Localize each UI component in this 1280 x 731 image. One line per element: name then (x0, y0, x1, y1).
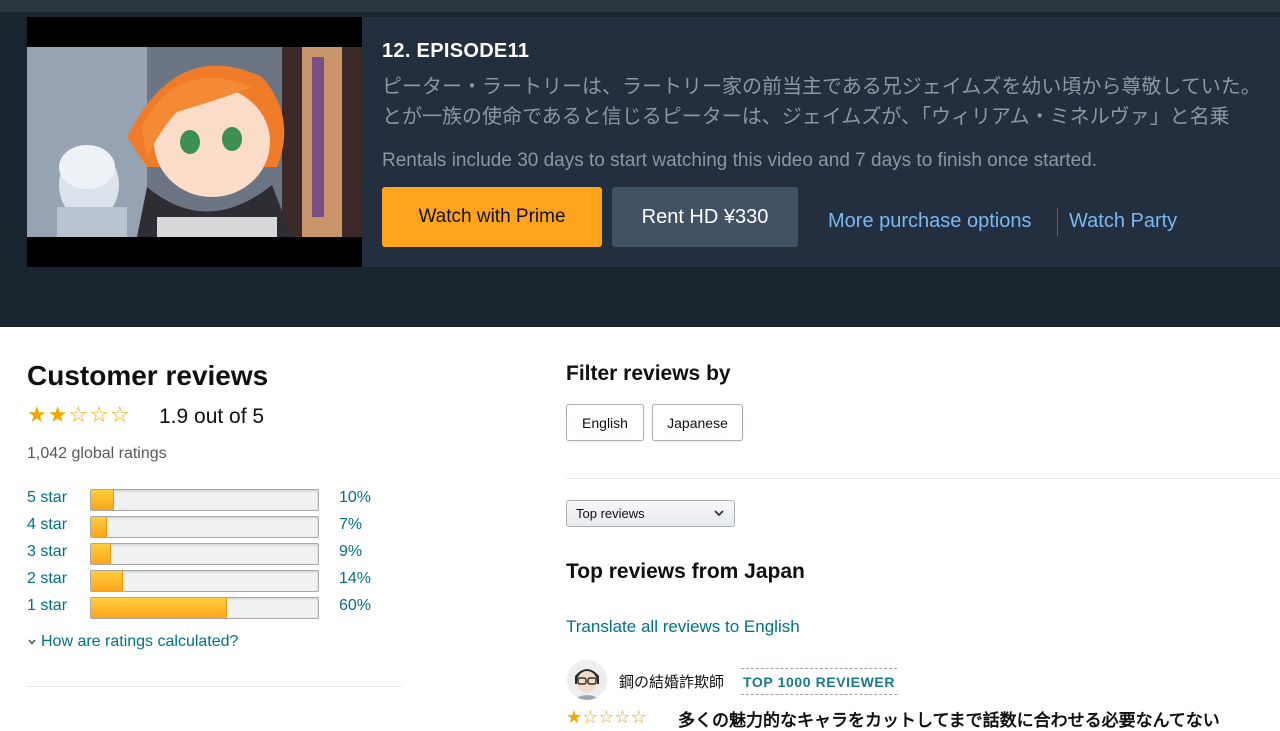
reviewer-avatar-image (567, 660, 607, 700)
episode-title: 12. EPISODE11 (382, 40, 530, 62)
histogram-percent[interactable]: 9% (339, 543, 362, 561)
anime-still-image (27, 17, 362, 267)
histogram-label[interactable]: 3 star (27, 543, 67, 561)
filter-chip-japanese[interactable]: Japanese (652, 404, 743, 441)
histogram-fill (91, 571, 123, 591)
translate-all-reviews-link[interactable]: Translate all reviews to English (566, 617, 800, 637)
filter-reviews-heading: Filter reviews by (566, 362, 731, 385)
episode-thumbnail[interactable] (27, 17, 362, 267)
histogram-row-1-star[interactable]: 1 star 60% (27, 597, 387, 619)
chevron-down-icon (714, 510, 724, 517)
watch-with-prime-button[interactable]: Watch with Prime (382, 187, 602, 247)
customer-reviews-heading: Customer reviews (27, 360, 269, 391)
star-full-icon: ★ (566, 707, 583, 727)
histogram-label[interactable]: 4 star (27, 516, 67, 534)
how-ratings-calculated-link[interactable]: How are ratings calculated? (27, 633, 238, 651)
divider (27, 686, 402, 687)
histogram-label[interactable]: 5 star (27, 489, 67, 507)
histogram-bar[interactable] (90, 570, 319, 592)
histogram-bar[interactable] (90, 597, 319, 619)
star-empty-icon: ☆ (109, 402, 130, 427)
rental-terms-note: Rentals include 30 days to start watchin… (382, 150, 1098, 171)
watch-party-link[interactable]: Watch Party (1069, 210, 1177, 233)
histogram-label[interactable]: 1 star (27, 597, 67, 615)
top-reviewer-badge[interactable]: TOP 1000 REVIEWER (741, 668, 898, 695)
star-empty-icon: ☆ (614, 707, 631, 727)
star-full-icon: ★ (47, 402, 68, 427)
top-reviews-heading: Top reviews from Japan (566, 560, 805, 583)
synopsis-line: ピーター・ラートリーは、ラートリー家の前当主である兄ジェイムズを幼い頃から尊敬し… (382, 76, 1261, 98)
filter-chip-english[interactable]: English (566, 404, 644, 441)
more-purchase-options-link[interactable]: More purchase options (828, 210, 1031, 233)
histogram-row-4-star[interactable]: 4 star 7% (27, 516, 387, 538)
histogram-bar[interactable] (90, 489, 319, 511)
star-empty-icon: ☆ (68, 402, 89, 427)
average-rating-text: 1.9 out of 5 (159, 405, 265, 428)
histogram-fill (91, 490, 114, 510)
star-empty-icon: ☆ (598, 707, 615, 727)
histogram-percent[interactable]: 14% (339, 570, 371, 588)
histogram-bar[interactable] (90, 543, 319, 565)
review-rating-stars[interactable]: ★ ☆ ☆ ☆ ☆ (566, 708, 647, 726)
global-ratings-count: 1,042 global ratings (27, 445, 167, 462)
star-empty-icon: ☆ (582, 707, 599, 727)
chevron-down-icon (28, 639, 36, 645)
histogram-fill (91, 544, 112, 564)
star-full-icon: ★ (27, 402, 47, 427)
histogram-fill (91, 517, 107, 537)
rent-hd-button[interactable]: Rent HD ¥330 (612, 187, 798, 247)
star-empty-icon: ☆ (630, 707, 647, 727)
star-empty-icon: ☆ (89, 402, 109, 427)
histogram-row-5-star[interactable]: 5 star 10% (27, 489, 387, 511)
histogram-percent[interactable]: 60% (339, 597, 371, 615)
review-headline-link[interactable]: 多くの魅力的なキャラをカットしてまで話数に合わせる必要なんてない (678, 706, 1220, 731)
divider (566, 478, 1280, 479)
sort-reviews-dropdown[interactable]: Top reviews (566, 500, 735, 527)
histogram-bar[interactable] (90, 516, 319, 538)
how-ratings-calculated-text[interactable]: How are ratings calculated? (41, 633, 238, 651)
histogram-row-3-star[interactable]: 3 star 9% (27, 543, 387, 565)
previous-episode-strip (0, 0, 1280, 12)
synopsis-line: とが一族の使命であると信じるピーターは、ジェイムズが、「ウィリアム・ミネルヴァ」… (382, 106, 1230, 128)
episode-synopsis: ピーター・ラートリーは、ラートリー家の前当主である兄ジェイムズを幼い頃から尊敬し… (382, 72, 1280, 132)
histogram-fill (91, 598, 228, 618)
link-divider (1057, 208, 1058, 236)
histogram-label[interactable]: 2 star (27, 570, 67, 588)
histogram-percent[interactable]: 10% (339, 489, 371, 507)
average-rating-stars: ★ ★ ☆ ☆ ☆ (27, 404, 130, 426)
reviewer-name[interactable]: 鋼の結婚詐欺師 (619, 671, 724, 692)
sort-selected-value: Top reviews (576, 506, 645, 521)
histogram-row-2-star[interactable]: 2 star 14% (27, 570, 387, 592)
histogram-percent[interactable]: 7% (339, 516, 362, 534)
avatar[interactable] (567, 660, 607, 700)
